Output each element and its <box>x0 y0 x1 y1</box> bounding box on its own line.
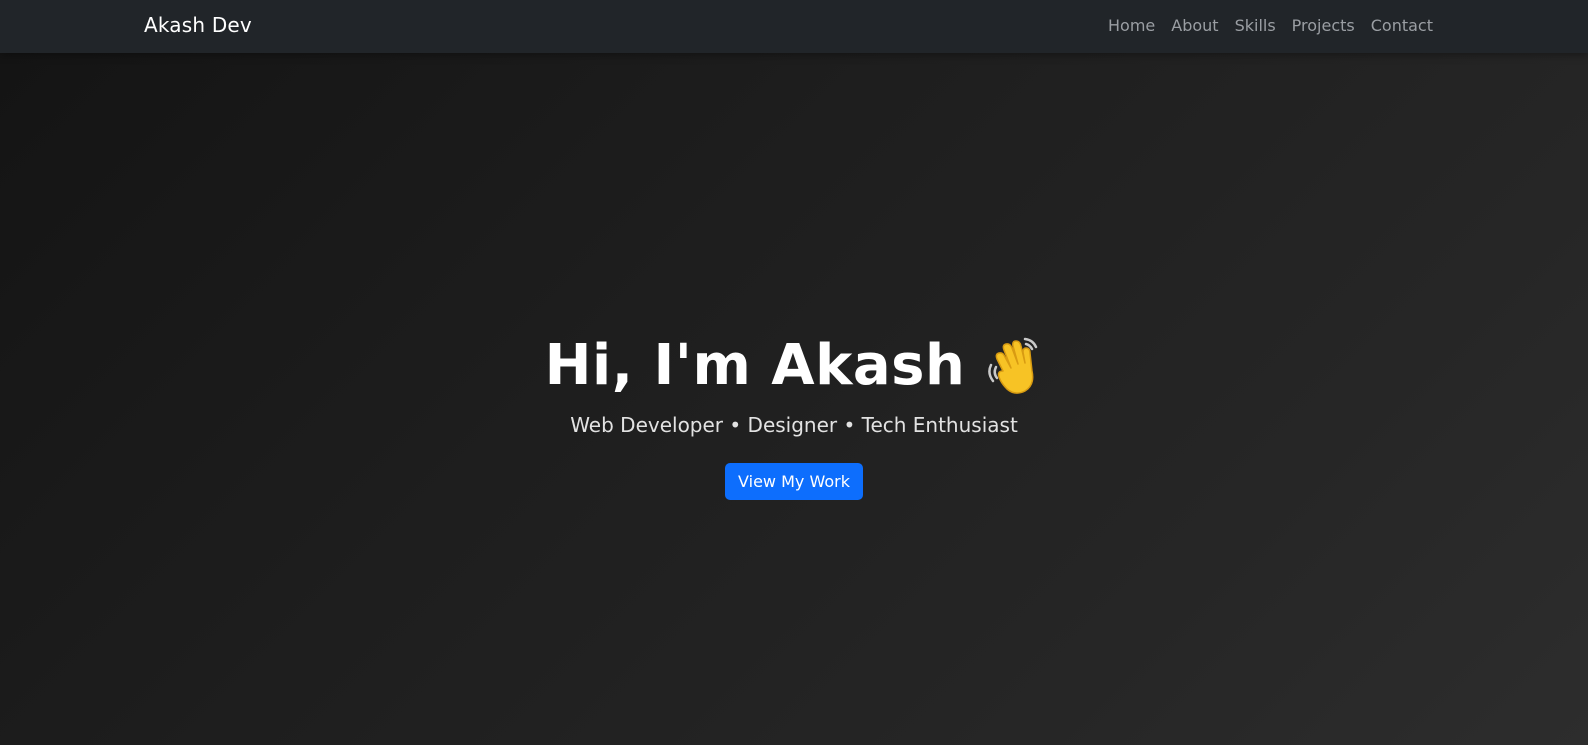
waving-hand-icon <box>985 335 1043 397</box>
nav-link-about[interactable]: About <box>1171 16 1218 35</box>
brand-logo[interactable]: Akash Dev <box>144 13 252 37</box>
nav-link-contact[interactable]: Contact <box>1371 16 1433 35</box>
navbar: Akash Dev Home About Skills Projects Con… <box>0 0 1588 53</box>
nav-links: Home About Skills Projects Contact <box>1108 16 1433 35</box>
hero-title: Hi, I'm Akash <box>545 335 1044 397</box>
nav-link-home[interactable]: Home <box>1108 16 1155 35</box>
nav-link-projects[interactable]: Projects <box>1292 16 1355 35</box>
hero-title-text: Hi, I'm Akash <box>544 333 966 398</box>
hero-subtitle: Web Developer • Designer • Tech Enthusia… <box>570 413 1018 437</box>
nav-link-skills[interactable]: Skills <box>1235 16 1276 35</box>
view-my-work-button[interactable]: View My Work <box>725 463 863 500</box>
hero-content: Hi, I'm Akash Web Developer • Designer •… <box>0 335 1588 500</box>
hero-section: Hi, I'm Akash Web Developer • Designer •… <box>0 53 1588 745</box>
